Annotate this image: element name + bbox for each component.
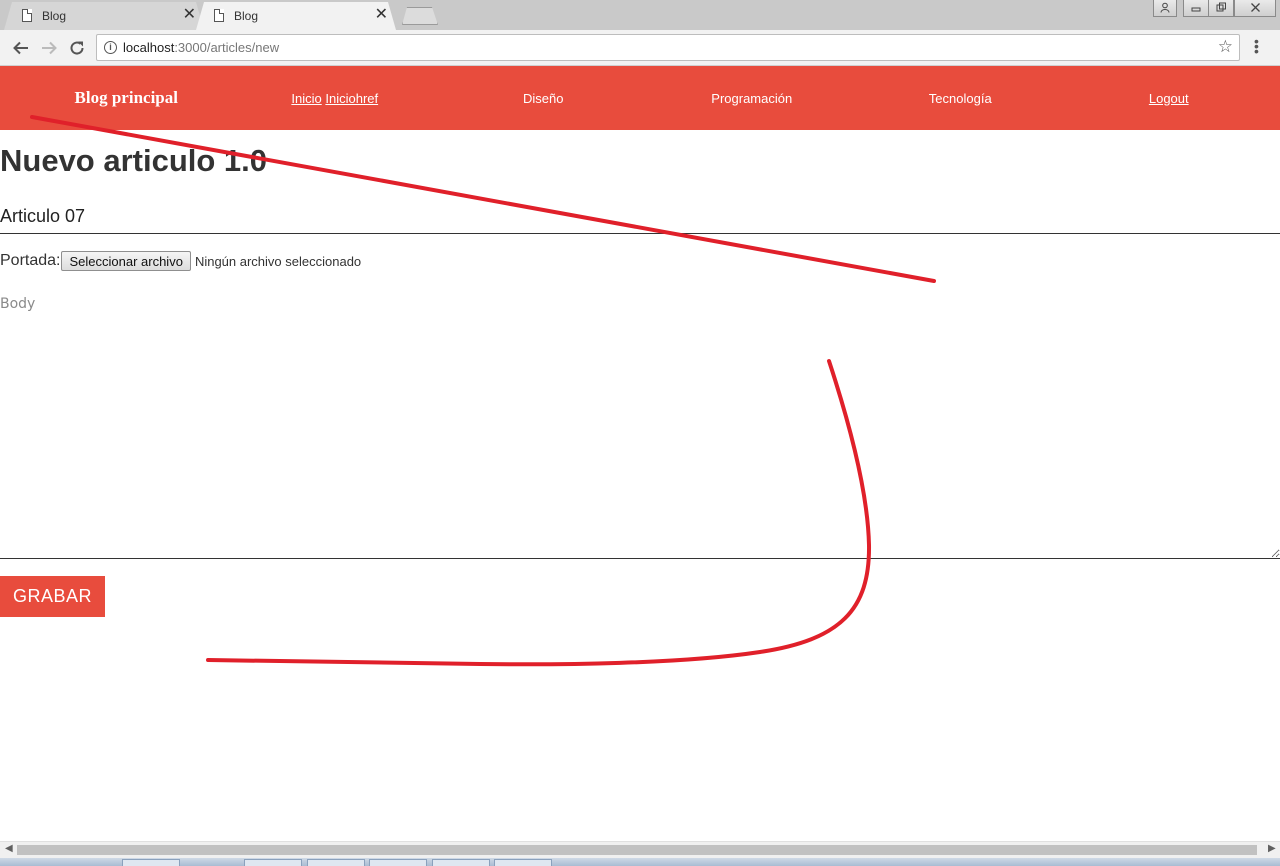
page-title: Nuevo articulo 1.0 xyxy=(0,143,268,178)
browser-toolbar: i localhost:3000/articles/new ☆ • • • xyxy=(0,30,1280,66)
horizontal-scrollbar[interactable]: ◀ ▶ xyxy=(0,841,1280,858)
file-status: Ningún archivo seleccionado xyxy=(194,253,362,269)
tab-close-icon[interactable]: ✕ xyxy=(375,6,388,24)
scrollbar-thumb[interactable] xyxy=(17,845,1257,855)
tab-title: Blog xyxy=(234,9,259,23)
nav-list: Blog principal Inicio Iniciohref Diseño … xyxy=(0,66,1280,130)
restore-icon[interactable] xyxy=(1208,0,1234,17)
scroll-right-icon[interactable]: ▶ xyxy=(1268,843,1276,854)
page-icon xyxy=(214,9,224,22)
taskbar-item[interactable] xyxy=(307,859,365,866)
person-icon[interactable] xyxy=(1153,0,1177,17)
home-link[interactable]: Inicio xyxy=(291,91,321,106)
technology-link[interactable]: Tecnología xyxy=(929,91,992,106)
browser-tab-1[interactable]: Blog ✕ xyxy=(4,2,204,30)
url-host: localhost xyxy=(123,40,175,55)
nav-item-programming: Programación xyxy=(648,66,857,130)
article-form: Nuevo articulo 1.0 Portada: Seleccionar … xyxy=(0,130,1280,617)
nav-item-technology: Tecnología xyxy=(856,66,1065,130)
design-link[interactable]: Diseño xyxy=(523,91,563,106)
logout-link[interactable]: Logout xyxy=(1149,91,1189,106)
new-tab-button[interactable] xyxy=(402,7,438,25)
cover-row: Portada: Seleccionar archivo Ningún arch… xyxy=(0,250,361,272)
minimize-icon[interactable] xyxy=(1183,0,1209,17)
nav-item-logout: Logout xyxy=(1065,66,1274,130)
tab-shape xyxy=(4,2,204,30)
url-path: :3000/articles/new xyxy=(174,40,280,55)
address-bar[interactable]: i localhost:3000/articles/new ☆ xyxy=(96,34,1240,61)
kebab-menu-icon[interactable]: • • • xyxy=(1254,34,1259,58)
tab-title: Blog xyxy=(42,9,67,23)
choose-file-button[interactable]: Seleccionar archivo xyxy=(61,251,191,271)
taskbar-item[interactable] xyxy=(122,859,180,866)
browser-tabstrip: Blog ✕ Blog ✕ xyxy=(0,0,1280,30)
url-text[interactable]: localhost:3000/articles/new xyxy=(123,40,279,55)
browser-tab-2[interactable]: Blog ✕ xyxy=(196,2,396,30)
nav-item-brand: Blog principal xyxy=(22,66,231,130)
info-icon[interactable]: i xyxy=(104,41,117,54)
os-taskbar xyxy=(0,858,1280,866)
star-icon[interactable]: ☆ xyxy=(1218,37,1233,57)
back-arrow-icon[interactable] xyxy=(10,37,32,59)
taskbar-item[interactable] xyxy=(494,859,552,866)
page-icon xyxy=(22,9,32,22)
close-icon[interactable] xyxy=(1234,0,1276,17)
save-button[interactable]: GRABAR xyxy=(0,576,105,617)
nav-item-home: Inicio Iniciohref xyxy=(231,66,440,130)
forward-arrow-icon[interactable] xyxy=(38,37,60,59)
tab-shape xyxy=(196,2,396,30)
brand-link[interactable]: Blog principal xyxy=(75,88,178,108)
taskbar-item[interactable] xyxy=(244,859,302,866)
reload-icon[interactable] xyxy=(66,37,88,59)
site-navbar: Blog principal Inicio Iniciohref Diseño … xyxy=(0,66,1280,130)
title-input[interactable] xyxy=(0,200,1280,234)
home-href-link[interactable]: Iniciohref xyxy=(325,91,378,106)
tab-close-icon[interactable]: ✕ xyxy=(183,6,196,24)
programming-link[interactable]: Programación xyxy=(711,91,792,106)
taskbar-item[interactable] xyxy=(432,859,490,866)
nav-item-design: Diseño xyxy=(439,66,648,130)
body-textarea[interactable] xyxy=(0,290,1280,559)
cover-label: Portada: xyxy=(0,252,61,269)
scroll-left-icon[interactable]: ◀ xyxy=(5,843,13,854)
taskbar-item[interactable] xyxy=(369,859,427,866)
